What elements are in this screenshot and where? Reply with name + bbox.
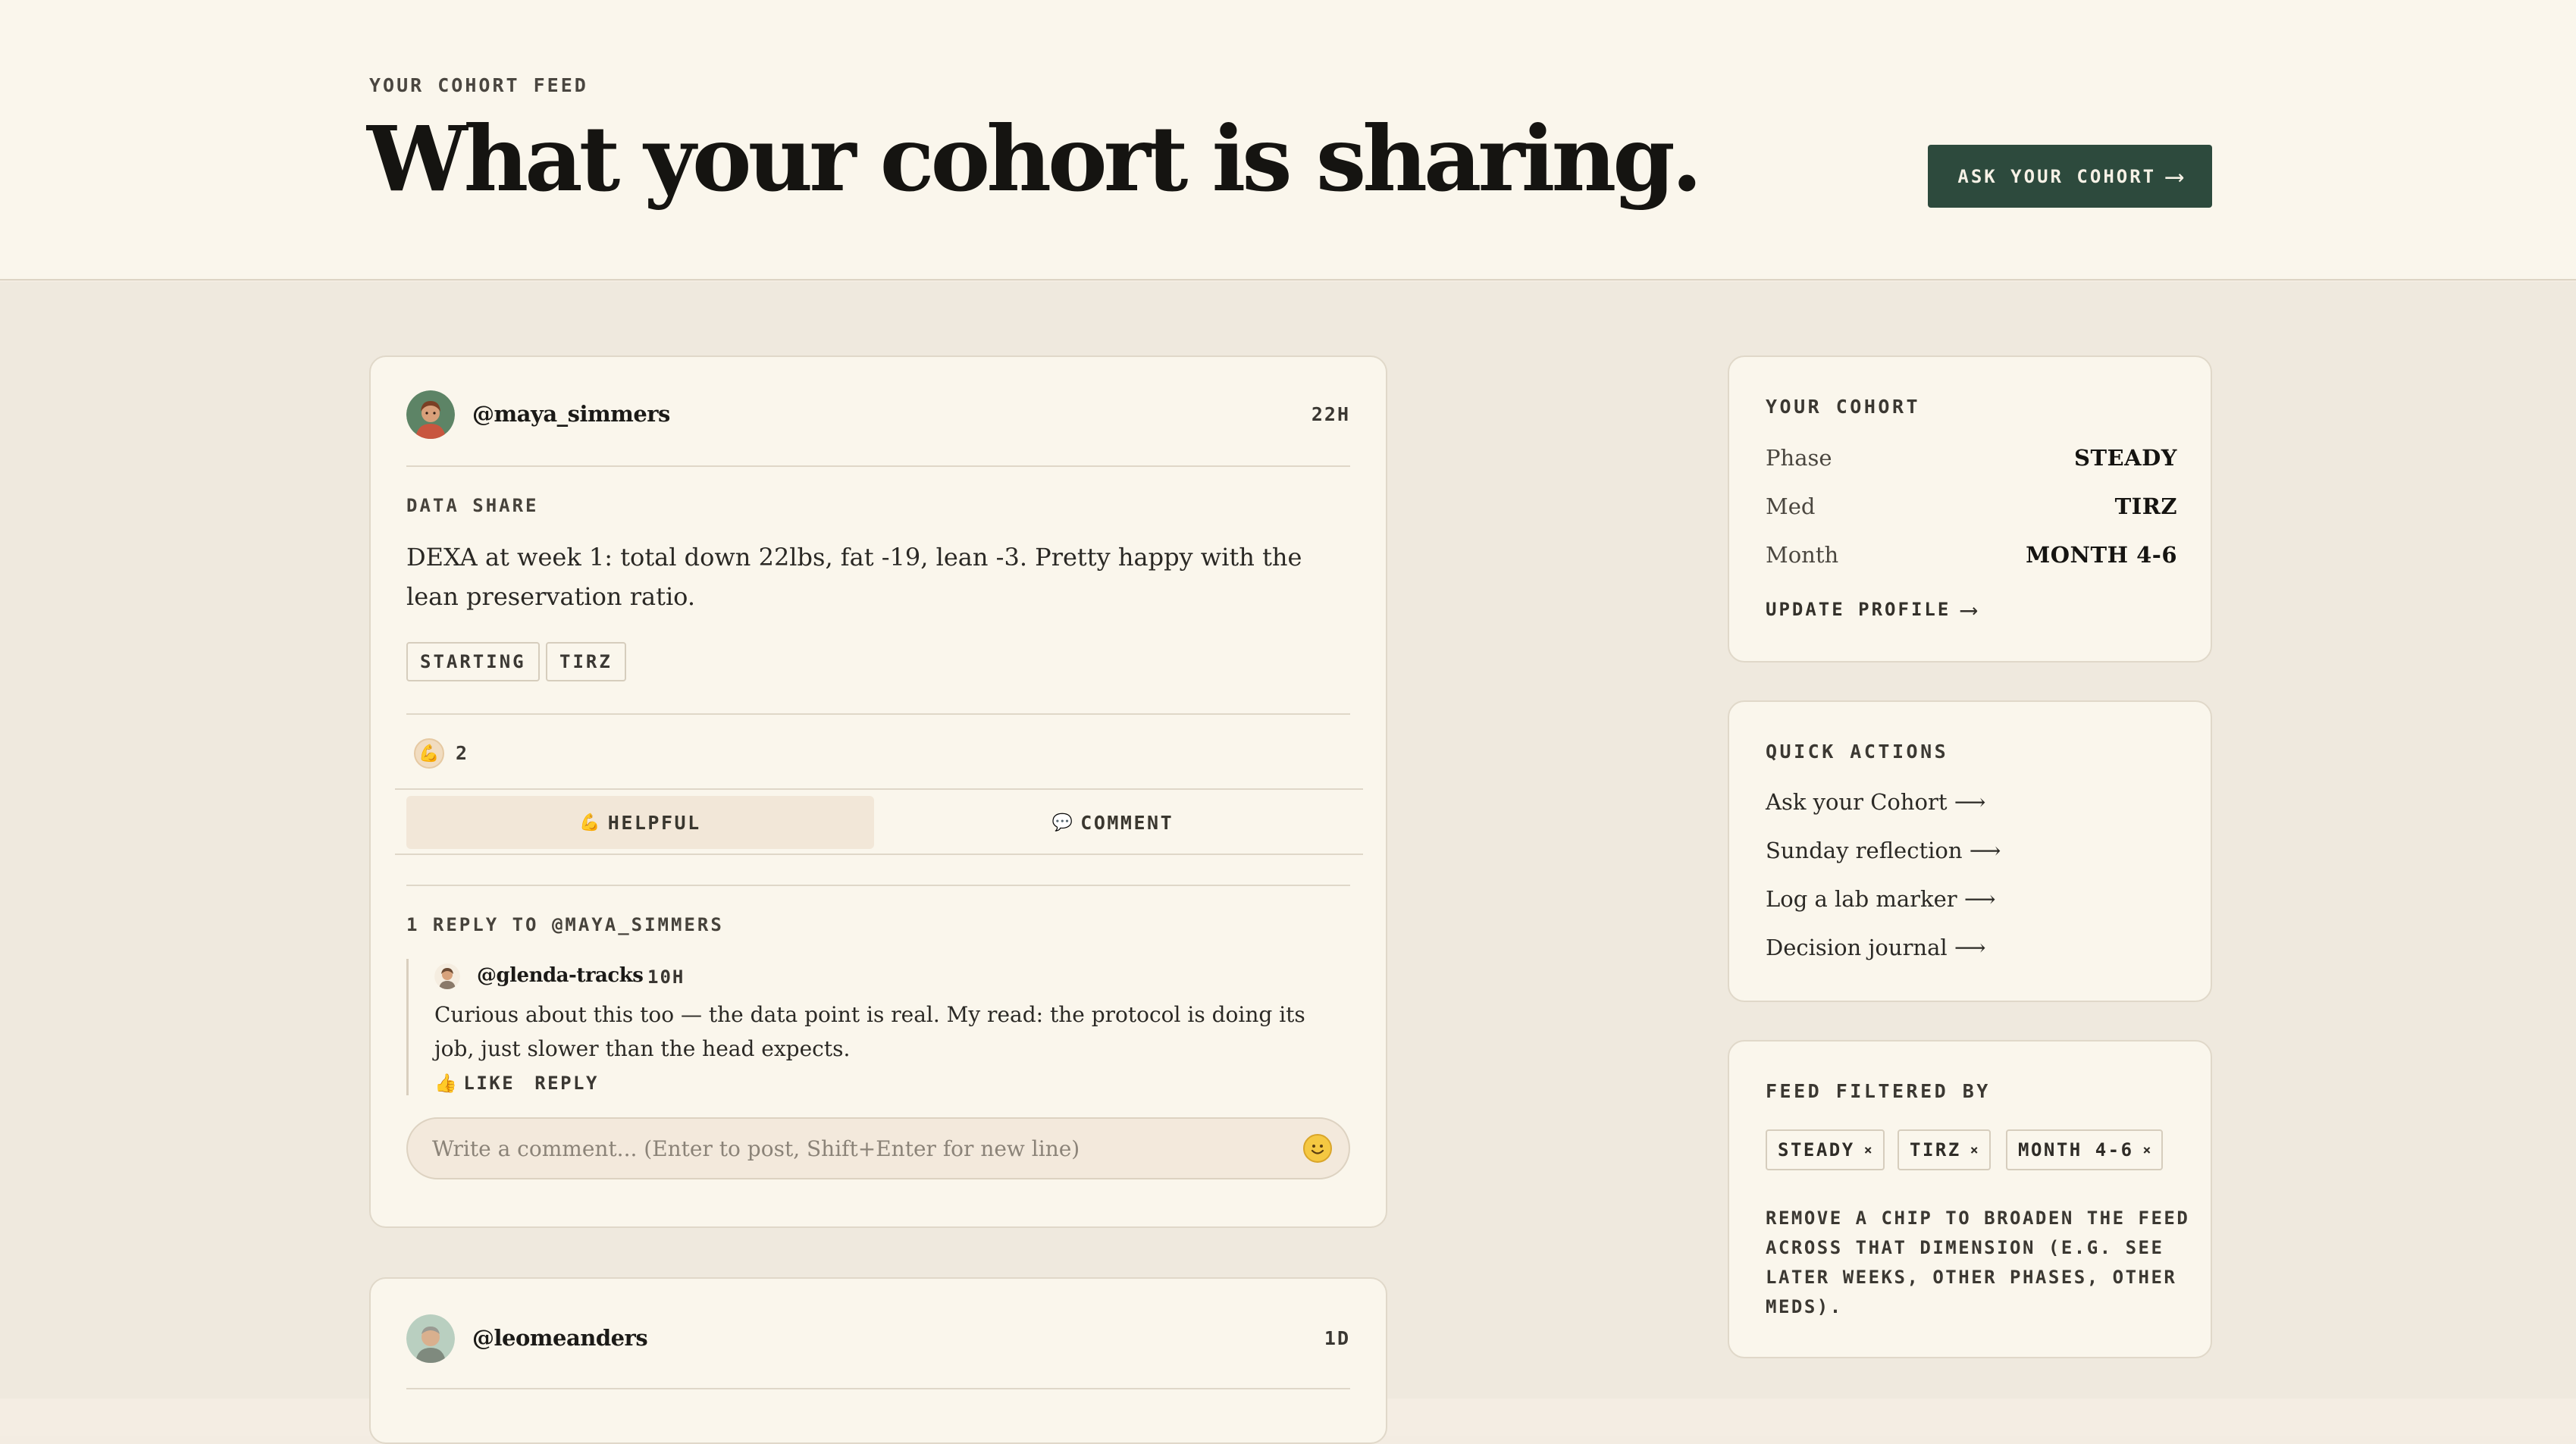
chip-label: TIRZ	[1910, 1139, 1961, 1161]
cohort-value: TIRZ	[2114, 493, 2177, 519]
avatar[interactable]	[406, 390, 455, 439]
comment-label: COMMENT	[1080, 811, 1174, 834]
avatar[interactable]	[406, 1314, 455, 1363]
comment-input[interactable]: Write a comment... (Enter to post, Shift…	[406, 1117, 1350, 1179]
cohort-key: Phase	[1766, 445, 1832, 471]
quick-action-lab-marker[interactable]: Log a lab marker ⟶	[1766, 886, 1995, 912]
avatar-glenda-icon	[434, 963, 460, 989]
chip-label: STEADY	[1778, 1139, 1855, 1161]
post-body: DEXA at week 1: total down 22lbs, fat -1…	[406, 543, 1302, 611]
cohort-title: YOUR COHORT	[1766, 396, 1921, 418]
post-tag[interactable]: TIRZ	[546, 642, 626, 681]
post-type-label: DATA SHARE	[406, 495, 539, 516]
reply-actions: 👍 LIKE REPLY	[434, 1073, 599, 1094]
post-author[interactable]: @maya_simmers	[472, 401, 670, 427]
avatar-leo-icon	[406, 1314, 455, 1363]
post-author[interactable]: @leomeanders	[472, 1325, 648, 1351]
comment-placeholder: Write a comment... (Enter to post, Shift…	[432, 1135, 1080, 1161]
close-icon[interactable]: ×	[1864, 1142, 1872, 1158]
update-profile-link[interactable]: UPDATE PROFILE ⟶	[1766, 595, 1976, 624]
post-time: 1D	[1324, 1327, 1350, 1349]
post-card: @leomeanders 1D	[369, 1277, 1387, 1444]
speech-bubble-icon: 💬	[1051, 813, 1073, 832]
filter-card: FEED FILTERED BY STEADY × TIRZ × MONTH 4…	[1728, 1040, 2212, 1358]
close-icon[interactable]: ×	[2143, 1142, 2151, 1158]
like-label: LIKE	[463, 1073, 516, 1094]
post-card: @maya_simmers 22H DATA SHARE DEXA at wee…	[369, 356, 1387, 1228]
emoji-picker-icon[interactable]	[1303, 1134, 1332, 1163]
arrow-right-icon: ⟶	[2167, 161, 2183, 192]
filter-chip-med[interactable]: TIRZ ×	[1898, 1129, 1991, 1170]
divider	[406, 465, 1350, 467]
filter-title: FEED FILTERED BY	[1766, 1080, 1991, 1102]
divider	[406, 1388, 1350, 1389]
avatar-maya-icon	[406, 390, 455, 439]
comment-button[interactable]: 💬 COMMENT	[874, 796, 1352, 849]
filter-note: REMOVE A CHIP TO BROADEN THE FEED ACROSS…	[1766, 1208, 2190, 1317]
reaction-count: 2	[456, 742, 468, 764]
thumbs-up-icon: 👍	[434, 1073, 459, 1094]
filter-chip-phase[interactable]: STEADY ×	[1766, 1129, 1885, 1170]
reply-thread-line	[406, 959, 409, 1095]
page-header: YOUR COHORT FEED What your cohort is sha…	[0, 0, 2576, 280]
update-profile-label: UPDATE PROFILE	[1766, 599, 1951, 620]
helpful-label: HELPFUL	[607, 811, 701, 834]
ask-cohort-label: ASK YOUR COHORT	[1957, 165, 2157, 187]
like-button[interactable]: 👍 LIKE	[434, 1073, 515, 1094]
quick-actions-title: QUICK ACTIONS	[1766, 741, 1949, 763]
reply-time: 10H	[647, 966, 685, 988]
helpful-button[interactable]: 💪 HELPFUL	[406, 796, 874, 849]
divider	[406, 713, 1350, 715]
feed-eyebrow: YOUR COHORT FEED	[369, 74, 588, 96]
post-time: 22H	[1311, 403, 1350, 425]
quick-action-decision-journal[interactable]: Decision journal ⟶	[1766, 935, 1985, 960]
post-tag[interactable]: STARTING	[406, 642, 540, 681]
filter-chip-month[interactable]: MONTH 4-6 ×	[2006, 1129, 2164, 1170]
cohort-key: Month	[1766, 542, 1839, 568]
avatar[interactable]	[434, 963, 460, 989]
quick-action-ask[interactable]: Ask your Cohort ⟶	[1766, 789, 1985, 815]
flexed-arm-icon: 💪	[579, 813, 600, 832]
cohort-key: Med	[1766, 493, 1816, 519]
cohort-row-med: Med TIRZ	[1766, 493, 2177, 519]
divider	[406, 885, 1350, 886]
arrow-right-icon: ⟶	[1961, 595, 1976, 624]
cohort-value: MONTH 4-6	[2026, 542, 2177, 568]
close-icon[interactable]: ×	[1970, 1142, 1979, 1158]
cohort-row-phase: Phase STEADY	[1766, 445, 2177, 471]
cohort-card: YOUR COHORT Phase STEADY Med TIRZ Month …	[1728, 356, 2212, 662]
flexed-arm-icon[interactable]: 💪	[414, 738, 444, 769]
reply-button[interactable]: REPLY	[534, 1073, 599, 1094]
replies-header: 1 REPLY TO @MAYA_SIMMERS	[406, 914, 724, 935]
cohort-row-month: Month MONTH 4-6	[1766, 542, 2177, 568]
page-title: What your cohort is sharing.	[367, 106, 1703, 211]
chip-label: MONTH 4-6	[2018, 1139, 2134, 1161]
reply-author[interactable]: @glenda-tracks	[477, 964, 644, 987]
ask-cohort-button[interactable]: ASK YOUR COHORT ⟶	[1928, 145, 2212, 208]
quick-action-reflection[interactable]: Sunday reflection ⟶	[1766, 838, 2001, 863]
reply-text: Curious about this too — the data point …	[434, 1002, 1305, 1061]
cohort-value: STEADY	[2074, 445, 2177, 471]
smiley-icon	[1311, 1145, 1324, 1154]
post-action-bar: 💪 HELPFUL 💬 COMMENT	[395, 788, 1363, 855]
quick-actions-card: QUICK ACTIONS Ask your Cohort ⟶ Sunday r…	[1728, 700, 2212, 1002]
